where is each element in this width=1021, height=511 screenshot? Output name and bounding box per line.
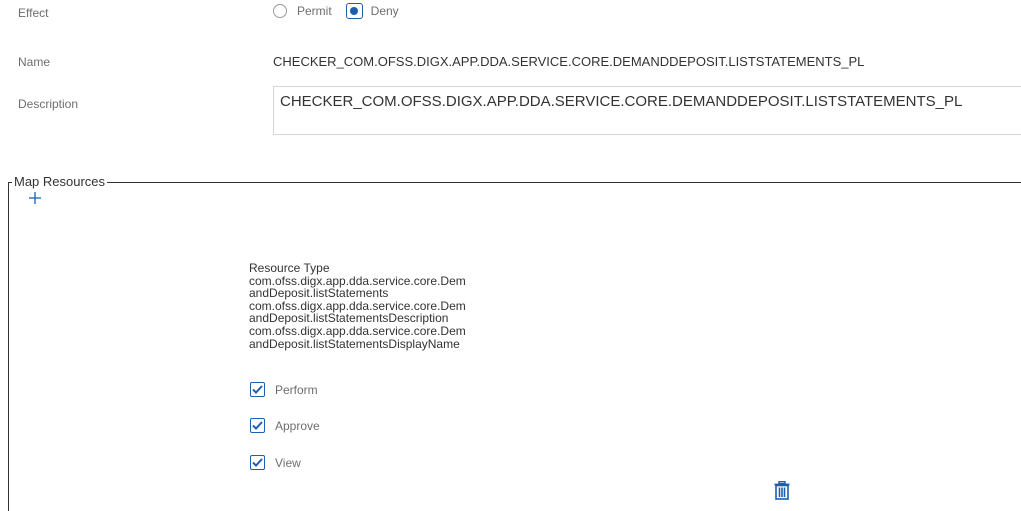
add-resource-button[interactable] [28, 190, 44, 208]
permit-radio[interactable] [273, 4, 287, 18]
perform-permission[interactable]: Perform [250, 382, 318, 397]
map-resources-legend: Map Resources [12, 174, 108, 189]
name-label: Name [18, 55, 51, 69]
description-label: Description [18, 97, 79, 111]
permit-label: Permit [297, 4, 332, 18]
resource-line: andDeposit.listStatementsDisplayName [249, 336, 460, 351]
plus-icon [29, 192, 41, 204]
resource-line: andDeposit.listStatements [249, 286, 389, 301]
resource-type-heading: Resource Type [249, 261, 330, 275]
checkmark-icon [252, 385, 263, 394]
checkmark-icon [252, 421, 263, 430]
perform-checkbox[interactable] [250, 382, 265, 397]
view-permission[interactable]: View [250, 455, 301, 470]
fieldset-border-left [8, 182, 9, 511]
approve-label: Approve [275, 418, 320, 433]
approve-permission[interactable]: Approve [250, 418, 320, 433]
perform-label: Perform [275, 382, 318, 397]
description-field[interactable]: CHECKER_COM.OFSS.DIGX.APP.DDA.SERVICE.CO… [273, 86, 1021, 135]
trash-icon [774, 480, 790, 500]
checkmark-icon [252, 458, 263, 467]
name-value: CHECKER_COM.OFSS.DIGX.APP.DDA.SERVICE.CO… [273, 54, 865, 69]
resource-type-block: Resource Type com.ofss.digx.app.dda.serv… [249, 262, 519, 350]
effect-radio-group: Permit Deny [273, 3, 413, 19]
resource-line: com.ofss.digx.app.dda.service.core.Dem [249, 323, 466, 338]
deny-label: Deny [370, 4, 399, 18]
approve-checkbox[interactable] [250, 418, 265, 433]
delete-resource-button[interactable] [774, 480, 790, 501]
view-checkbox[interactable] [250, 455, 265, 470]
radio-selected-dot [350, 7, 359, 15]
deny-radio[interactable] [345, 3, 363, 19]
effect-option-permit[interactable]: Permit [273, 4, 332, 18]
policy-form: Effect Permit Deny Name CHECKER_COM.OFSS… [0, 0, 1021, 511]
view-label: View [275, 455, 301, 470]
effect-option-deny[interactable]: Deny [345, 3, 399, 19]
effect-label: Effect [18, 6, 49, 20]
fieldset-border-top [8, 182, 1021, 183]
